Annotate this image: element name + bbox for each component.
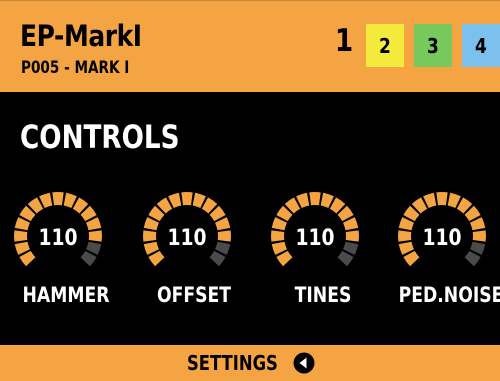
- page-4-button[interactable]: 4: [462, 24, 500, 67]
- knob-label: OFFSET: [156, 283, 232, 307]
- knob-segment: [52, 192, 64, 206]
- settings-label: SETTINGS: [186, 351, 278, 375]
- knob-segment: [309, 192, 321, 206]
- settings-button[interactable]: SETTINGS: [177, 351, 316, 375]
- knob-hammer[interactable]: 110: [8, 186, 108, 286]
- page-3-button[interactable]: 3: [414, 24, 452, 67]
- knob-value: 110: [422, 226, 462, 251]
- knob-segment: [181, 192, 193, 206]
- knob-segment: [436, 192, 448, 206]
- knob-value: 110: [38, 226, 78, 251]
- header-bar: EP-MarkI P005 - MARK I 1 2 3 4: [0, 0, 500, 92]
- knob-label: PED.NOISE: [398, 283, 500, 307]
- knob-value: 110: [295, 226, 335, 251]
- preset-title: EP-MarkI: [20, 19, 142, 53]
- knob-pednoise[interactable]: 110: [392, 186, 492, 286]
- knob-tines[interactable]: 110: [265, 186, 365, 286]
- knob-offset[interactable]: 110: [137, 186, 237, 286]
- page-2-button[interactable]: 2: [366, 24, 404, 67]
- preset-subtitle: P005 - MARK I: [21, 58, 130, 78]
- knob-label: HAMMER: [22, 283, 110, 307]
- knob-value: 110: [167, 226, 207, 251]
- current-page-indicator: 1: [334, 23, 354, 59]
- knob-label: TINES: [294, 283, 352, 307]
- back-arrow-icon: [293, 352, 315, 374]
- section-title: CONTROLS: [20, 118, 180, 156]
- footer-bar[interactable]: SETTINGS: [0, 345, 500, 381]
